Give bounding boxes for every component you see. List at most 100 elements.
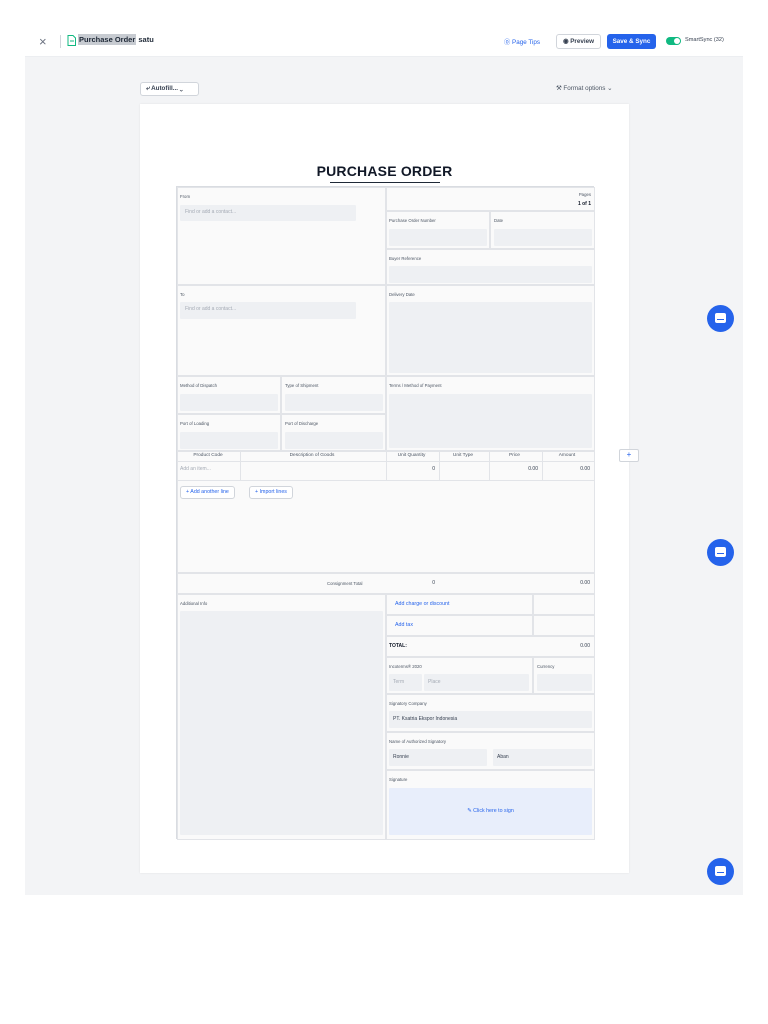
- incoterms-place-input[interactable]: Place: [424, 674, 529, 691]
- chat-icon: [715, 547, 726, 557]
- chat-icon-line: [717, 553, 724, 554]
- page-tips-link[interactable]: ⓪ Page Tips: [504, 37, 540, 46]
- signatory-first-name-input[interactable]: Ronnie: [389, 749, 487, 766]
- format-options-label: Format options: [563, 85, 606, 92]
- total-label: TOTAL:: [389, 643, 407, 649]
- eye-icon: ◉: [562, 38, 569, 45]
- pages-section: Pages 1 of 1: [386, 187, 595, 211]
- pages-value: 1 of 1: [577, 201, 591, 207]
- top-toolbar: × Purchase Order satu ⓪ Page Tips ◉ Prev…: [25, 26, 743, 57]
- page-tips-label: Page Tips: [512, 39, 541, 46]
- signature-label: Signature: [389, 777, 408, 782]
- po-number-input[interactable]: [389, 229, 487, 246]
- document-title-rest[interactable]: satu: [138, 35, 153, 44]
- currency-section: Currency: [533, 657, 595, 694]
- add-tax-link[interactable]: Add tax: [395, 622, 413, 628]
- authorized-signatory-label: Name of Authorized Signatory: [389, 739, 447, 744]
- type-of-shipment-input[interactable]: [285, 394, 383, 411]
- chat-icon: [715, 866, 726, 876]
- date-section: Date: [490, 211, 595, 249]
- click-to-sign-label: Click here to sign: [473, 808, 514, 814]
- chat-launcher-button[interactable]: [707, 539, 734, 566]
- preview-button[interactable]: ◉ Preview: [556, 34, 601, 49]
- close-icon[interactable]: ×: [39, 34, 47, 49]
- toolbar-divider: [60, 35, 61, 48]
- add-another-line-button[interactable]: + Add another line: [180, 486, 235, 499]
- add-another-line-label: Add another line: [190, 489, 229, 495]
- to-label: To: [180, 292, 185, 297]
- toggle-knob: [674, 38, 680, 44]
- column-header-price: Price: [509, 453, 520, 458]
- po-number-label: Purchase Order Number: [389, 218, 436, 223]
- additional-info-input[interactable]: [180, 611, 383, 835]
- port-of-loading-input[interactable]: [180, 432, 278, 449]
- signature-pad[interactable]: ✎ Click here to sign: [389, 788, 592, 835]
- chevron-down-icon: ⌄: [179, 85, 183, 92]
- delivery-date-label: Delivery Date: [389, 292, 415, 297]
- format-options-dropdown[interactable]: ⚒ Format options ⌄: [556, 85, 612, 92]
- to-contact-input[interactable]: Find or add a contact...: [180, 302, 356, 319]
- incoterms-label: Incoterms® 2020: [389, 664, 422, 669]
- chevron-down-icon: ⌄: [607, 85, 613, 92]
- delivery-date-input[interactable]: [389, 302, 592, 373]
- plus-icon: +: [626, 450, 632, 459]
- column-header-unit-quantity: Unit Quantity: [397, 453, 426, 458]
- signature-section: Signature ✎ Click here to sign: [386, 770, 595, 840]
- smartsync-toggle[interactable]: [666, 37, 681, 45]
- incoterms-place-placeholder: Place: [428, 679, 441, 685]
- add-column-button[interactable]: +: [619, 449, 639, 462]
- method-of-dispatch-section: Method of Dispatch: [177, 376, 281, 414]
- incoterms-section: Incoterms® 2020 Term Place: [386, 657, 533, 694]
- incoterms-term-input[interactable]: Term: [389, 674, 422, 691]
- consignment-total-label: Consignment Total: [327, 581, 363, 586]
- document-title-highlight[interactable]: Purchase Order: [78, 34, 137, 45]
- buyer-reference-section: Buyer Reference: [386, 249, 595, 285]
- signatory-company-section: Signatory Company PT. Ksatria Ekspor Ind…: [386, 694, 595, 732]
- document-paper: PURCHASE ORDER From Find or add a contac…: [140, 104, 629, 873]
- terms-payment-section: Terms / Method of Payment: [386, 376, 595, 451]
- port-of-loading-section: Port of Loading: [177, 414, 281, 451]
- from-label: From: [180, 194, 191, 199]
- help-circle-icon: ⓪: [504, 39, 511, 46]
- buyer-reference-input[interactable]: [389, 266, 592, 283]
- chat-launcher-button[interactable]: [707, 305, 734, 332]
- type-of-shipment-section: Type of Shipment: [281, 376, 386, 414]
- po-number-section: Purchase Order Number: [386, 211, 490, 249]
- incoterms-term-placeholder: Term: [393, 679, 405, 685]
- currency-input[interactable]: [537, 674, 592, 691]
- purchase-order-form: From Find or add a contact... Pages 1 of…: [176, 186, 595, 840]
- additional-info-section: Additional Info: [177, 594, 386, 840]
- add-charge-discount-link[interactable]: Add charge or discount: [395, 601, 449, 607]
- terms-payment-input[interactable]: [389, 394, 592, 448]
- method-of-dispatch-input[interactable]: [180, 394, 278, 411]
- document-title[interactable]: Purchase Order satu: [78, 34, 154, 45]
- autofill-dropdown[interactable]: ⤶ Autofill... ⌄: [140, 82, 199, 96]
- column-header-amount: Amount: [558, 453, 576, 458]
- port-of-discharge-input[interactable]: [285, 432, 383, 449]
- signatory-first-name-value: Ronnie: [393, 754, 409, 760]
- date-input[interactable]: [494, 229, 592, 246]
- item-product-placeholder[interactable]: Add an item...: [180, 466, 211, 472]
- click-to-sign-link[interactable]: ✎ Click here to sign: [389, 808, 592, 814]
- authorized-signatory-section: Name of Authorized Signatory Ronnie Aban: [386, 732, 595, 770]
- to-contact-placeholder: Find or add a contact...: [185, 306, 237, 312]
- autofill-label: Autofill...: [151, 85, 178, 92]
- chat-launcher-button[interactable]: [707, 858, 734, 885]
- save-sync-button[interactable]: Save & Sync: [607, 34, 656, 49]
- chat-icon-line: [717, 872, 724, 873]
- column-header-unit-type: Unit Type: [452, 453, 474, 458]
- column-header-description: Description of Goods: [289, 453, 335, 458]
- document-icon: [67, 35, 76, 46]
- type-of-shipment-label: Type of Shipment: [285, 383, 319, 388]
- signatory-company-input[interactable]: PT. Ksatria Ekspor Indonesia: [389, 711, 592, 728]
- signatory-last-name-input[interactable]: Aban: [493, 749, 592, 766]
- item-price[interactable]: 0.00: [488, 466, 538, 472]
- buyer-reference-label: Buyer Reference: [389, 256, 422, 261]
- item-quantity[interactable]: 0: [385, 466, 435, 472]
- import-lines-button[interactable]: + Import lines: [249, 486, 293, 499]
- from-contact-input[interactable]: Find or add a contact...: [180, 205, 356, 221]
- currency-label: Currency: [537, 664, 555, 669]
- format-icon: ⚒: [556, 85, 562, 92]
- preview-label: Preview: [570, 38, 595, 45]
- column-header-product-code: Product Code: [193, 453, 223, 458]
